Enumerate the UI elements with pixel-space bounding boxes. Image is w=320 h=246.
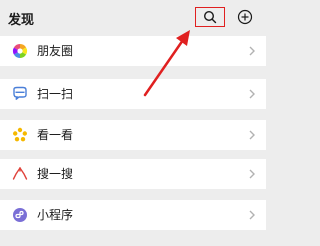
- plus-circle-icon: [237, 9, 253, 25]
- list-item-label: 小程序: [37, 208, 74, 222]
- mini-programs-icon: [12, 207, 28, 223]
- top-stories-icon: [12, 127, 28, 143]
- list-item-search[interactable]: 搜一搜: [0, 159, 266, 189]
- list-item-top-stories[interactable]: 看一看: [0, 120, 266, 150]
- scan-icon: [12, 86, 28, 102]
- page-title: 发现: [8, 13, 35, 28]
- chevron-right-icon: [249, 210, 255, 220]
- list-item-label: 扫一扫: [37, 87, 74, 101]
- chevron-right-icon: [249, 169, 255, 179]
- chevron-right-icon: [249, 46, 255, 56]
- moments-icon: [12, 43, 28, 59]
- chevron-right-icon: [249, 130, 255, 140]
- chevron-right-icon: [249, 89, 255, 99]
- top-bar: 发现: [0, 0, 266, 36]
- search-feature-icon: [12, 166, 28, 182]
- search-icon: [203, 10, 217, 24]
- add-button[interactable]: [236, 8, 254, 26]
- list-item-label: 朋友圈: [37, 44, 74, 58]
- list-item-scan[interactable]: 扫一扫: [0, 79, 266, 109]
- list-item-label: 看一看: [37, 128, 74, 142]
- list-item-moments[interactable]: 朋友圈: [0, 36, 266, 66]
- list-item-mini-programs[interactable]: 小程序: [0, 200, 266, 230]
- search-button[interactable]: [195, 7, 225, 27]
- list-item-label: 搜一搜: [37, 167, 74, 181]
